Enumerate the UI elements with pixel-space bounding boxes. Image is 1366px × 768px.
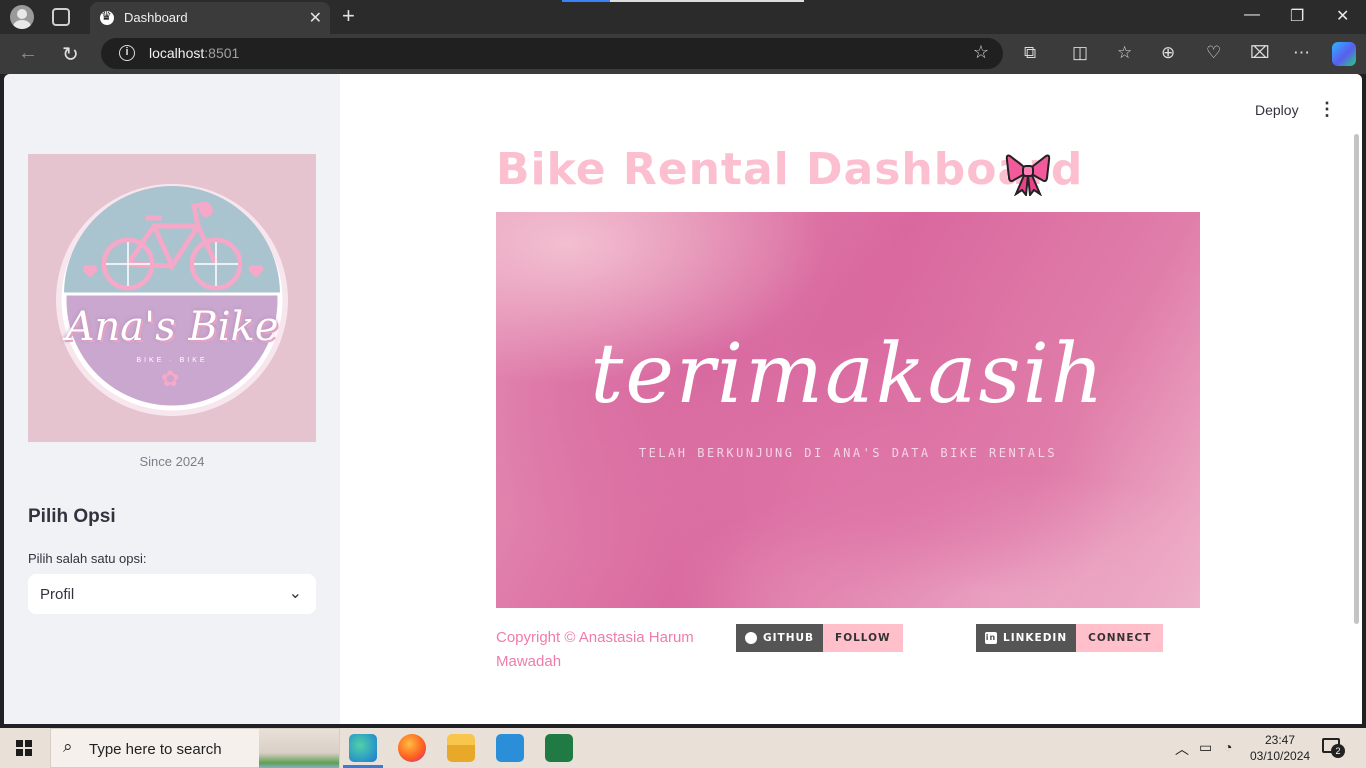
select-label: Pilih salah satu opsi:	[28, 551, 147, 566]
github-badge-label: GITHUB	[763, 632, 815, 644]
copyright-text: Copyright © Anastasia Harum Mawadah	[496, 629, 694, 670]
linkedin-badge-label: LINKEDIN	[1003, 632, 1068, 644]
screenshot-icon[interactable]: ⌧	[1250, 43, 1270, 63]
thank-you-banner: terimakasih TELAH BERKUNJUNG DI ANA'S DA…	[496, 212, 1200, 608]
linkedin-connect-badge[interactable]: in LINKEDIN CONNECT	[976, 624, 1164, 652]
clock-time: 23:47	[1264, 733, 1296, 747]
tab-title: Dashboard	[124, 10, 188, 25]
notification-center-icon[interactable]: 2	[1322, 738, 1345, 758]
banner-script-text: terimakasih	[590, 327, 1106, 422]
clock-date: 03/10/2024	[1250, 749, 1311, 763]
file-explorer-icon[interactable]	[447, 734, 475, 762]
loading-indicator	[562, 0, 804, 2]
github-icon	[745, 632, 757, 644]
github-badge-action: FOLLOW	[823, 624, 903, 652]
page-title: Bike Rental Dashboard	[496, 144, 1084, 195]
site-info-icon[interactable]: i	[119, 45, 135, 61]
back-icon[interactable]: ←	[18, 42, 38, 65]
edge-app-icon[interactable]	[349, 734, 377, 762]
firefox-app-icon[interactable]	[398, 734, 426, 762]
vscode-app-icon[interactable]	[496, 734, 524, 762]
windows-start-icon[interactable]	[16, 740, 32, 756]
profile-icon[interactable]	[10, 5, 34, 29]
tab-close-icon[interactable]: ✕	[309, 8, 322, 28]
streamlit-favicon-icon	[100, 9, 114, 25]
url-text: localhost:8501	[149, 45, 240, 61]
logo-text: Ana's Bike	[65, 304, 279, 350]
address-input[interactable]: i localhost:8501 ☆	[101, 38, 1003, 69]
new-tab-button[interactable]: +	[342, 3, 355, 29]
scrollbar-thumb[interactable]	[1354, 134, 1359, 624]
ribbon-bow-icon	[1005, 154, 1051, 196]
browser-tab-bar: Dashboard ✕ + — ❐ ✕	[0, 0, 1366, 34]
address-bar-row: ← ↻ i localhost:8501 ☆ ⧉ ◫ ☆ ⊕ ♡ ⌧ ⋯	[0, 34, 1366, 74]
extensions-icon[interactable]: ⧉	[1024, 43, 1036, 63]
collections-icon[interactable]: ⊕	[1161, 43, 1175, 63]
wifi-icon[interactable]: ◔	[1224, 739, 1232, 755]
select-value: Profil	[40, 586, 75, 603]
sidebar-heading: Pilih Opsi	[28, 506, 116, 527]
favorites-icon[interactable]: ☆	[1117, 43, 1132, 63]
option-select[interactable]: Profil ⌄	[28, 574, 316, 614]
tray-chevron-up-icon[interactable]: ︿	[1175, 739, 1189, 759]
logo-caption: Since 2024	[139, 454, 205, 469]
window-close-icon[interactable]: ✕	[1336, 6, 1349, 26]
sidebar: Ana's Bike BIKE · BIKE ✿ Since 2024 Pili…	[4, 74, 340, 724]
refresh-icon[interactable]: ↻	[62, 42, 79, 67]
taskbar-clock[interactable]: 23:47 03/10/2024	[1250, 732, 1310, 764]
excel-app-icon[interactable]	[545, 734, 573, 762]
flower-icon: ✿	[161, 366, 180, 391]
chevron-down-icon: ⌄	[288, 585, 302, 602]
logo-image: Ana's Bike BIKE · BIKE ✿	[28, 154, 316, 442]
web-page: Ana's Bike BIKE · BIKE ✿ Since 2024 Pili…	[4, 74, 1362, 724]
deploy-button[interactable]: Deploy	[1255, 102, 1299, 118]
battery-icon[interactable]: ▭	[1199, 739, 1212, 756]
tab-dashboard[interactable]: Dashboard ✕	[90, 2, 330, 34]
main-content: Deploy ⋮ Bike Rental Dashboard terimakas…	[340, 74, 1362, 724]
minimize-icon[interactable]: —	[1244, 6, 1260, 24]
main-menu-icon[interactable]: ⋮	[1318, 99, 1336, 120]
linkedin-badge-action: CONNECT	[1076, 624, 1164, 652]
banner-subtitle: TELAH BERKUNJUNG DI ANA'S DATA BIKE RENT…	[638, 446, 1058, 460]
split-screen-icon[interactable]: ◫	[1072, 43, 1088, 63]
github-follow-badge[interactable]: GITHUB FOLLOW	[736, 624, 903, 652]
more-menu-icon[interactable]: ⋯	[1293, 43, 1310, 63]
browser-essentials-icon[interactable]: ♡	[1206, 43, 1221, 63]
linkedin-icon: in	[985, 632, 997, 644]
windows-taskbar: ⌕ Type here to search ︿ ▭ ◔ 23:47 03/10/…	[0, 728, 1366, 768]
search-icon: ⌕	[63, 737, 73, 756]
copilot-icon[interactable]	[1332, 42, 1356, 66]
notification-count: 2	[1331, 744, 1345, 758]
restore-icon[interactable]: ❐	[1290, 6, 1304, 26]
favorite-star-icon[interactable]: ☆	[973, 42, 989, 63]
taskbar-search-input[interactable]: ⌕ Type here to search	[50, 728, 340, 768]
logo-small-text: BIKE · BIKE	[136, 357, 208, 364]
workspaces-icon[interactable]	[52, 8, 70, 26]
search-highlight-image	[259, 729, 339, 768]
search-placeholder: Type here to search	[89, 741, 222, 758]
